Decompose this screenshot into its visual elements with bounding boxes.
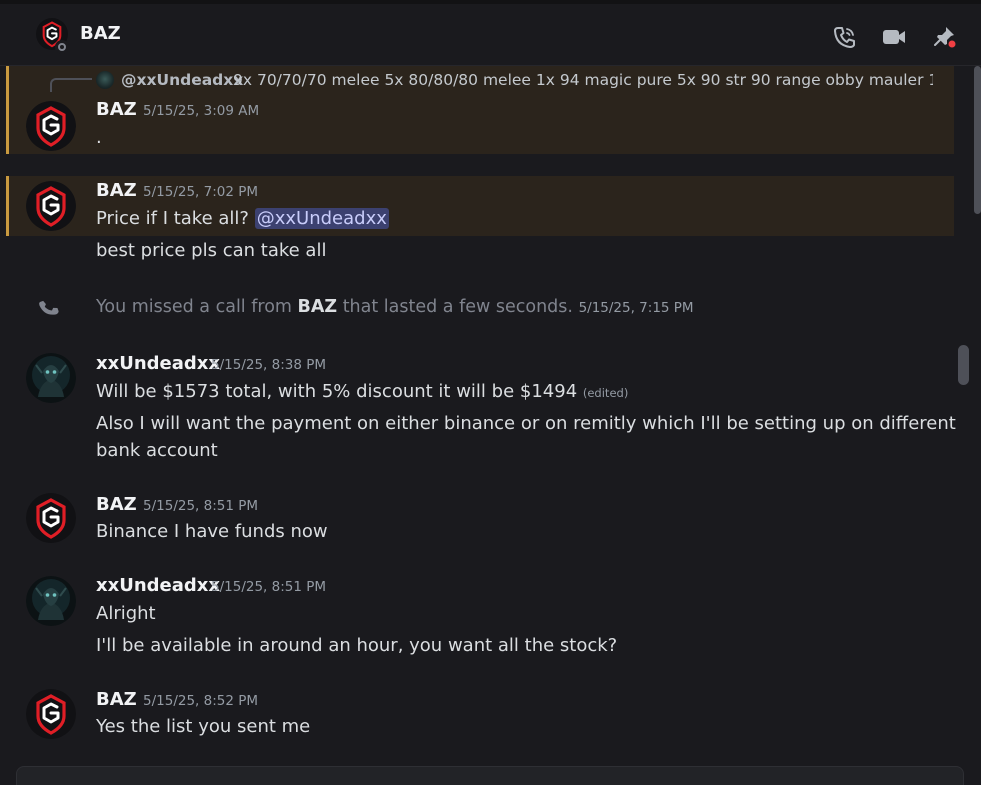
video-call-icon[interactable] [881,24,907,50]
scrollbar-thumb[interactable] [958,345,969,385]
offline-status-icon [55,40,69,54]
message-username[interactable]: BAZ [96,180,137,201]
message-timestamp: 5/15/25, 7:15 PM [578,300,694,316]
avatar[interactable] [26,353,76,403]
edited-label: (edited) [582,386,629,400]
avatar[interactable] [26,181,76,231]
system-text-suffix: that lasted a few seconds. [342,297,573,317]
message-text: Yes the list you sent me [96,716,311,737]
message-timestamp: 5/15/25, 8:51 PM [211,579,327,595]
system-username[interactable]: BAZ [298,297,338,317]
user-mention[interactable]: @xxUndeadxx [254,208,389,229]
outer-scrollbar-thumb[interactable] [974,66,981,214]
channel-name[interactable]: BAZ [80,23,121,44]
missed-call-icon [39,300,59,315]
message-text: . [96,127,102,148]
message-text-part: Price if I take all? [96,208,249,229]
message-text: bank account [96,440,218,461]
message-text: Also I will want the payment on either b… [96,413,956,434]
reply-connector [50,78,92,92]
avatar[interactable] [26,101,76,151]
message-username[interactable]: BAZ [96,99,137,120]
message-timestamp: 5/15/25, 7:02 PM [143,184,259,200]
pin-icon[interactable] [932,24,958,50]
voice-call-icon[interactable] [832,24,858,50]
system-text-prefix: You missed a call from [96,297,292,317]
avatar[interactable] [26,576,76,626]
notification-dot-icon [948,40,956,48]
message-username[interactable]: xxUndeadxx [96,575,220,596]
avatar[interactable] [26,493,76,543]
missed-call-message: You missed a call from BAZ that lasted a… [96,297,694,317]
message-username[interactable]: BAZ [96,494,137,515]
message-text: Binance I have funds now [96,521,328,542]
message-text: I'll be available in around an hour, you… [96,635,618,656]
message-timestamp: 5/15/25, 3:09 AM [143,103,260,119]
reply-username[interactable]: @xxUndeadxx [121,71,243,89]
message-username[interactable]: BAZ [96,689,137,710]
message-timestamp: 5/15/25, 8:51 PM [143,498,259,514]
message-input[interactable] [16,766,964,785]
message-username[interactable]: xxUndeadxx [96,353,220,374]
message-text: Alright [96,603,156,624]
reply-avatar[interactable] [96,71,114,89]
message-timestamp: 5/15/25, 8:38 PM [211,357,327,373]
message-text: Price if I take all? @xxUndeadxx [96,208,389,229]
avatar[interactable] [26,689,76,739]
message-text: Will be $1573 total, with 5% discount it… [96,381,628,402]
message-timestamp: 5/15/25, 8:52 PM [143,693,259,709]
reply-preview-text[interactable]: 9x 70/70/70 melee 5x 80/80/80 melee 1x 9… [233,71,933,89]
message-text-part: Will be $1573 total, with 5% discount it… [96,381,578,402]
channel-header: BAZ [0,0,981,66]
message-text: best price pls can take all [96,240,327,261]
